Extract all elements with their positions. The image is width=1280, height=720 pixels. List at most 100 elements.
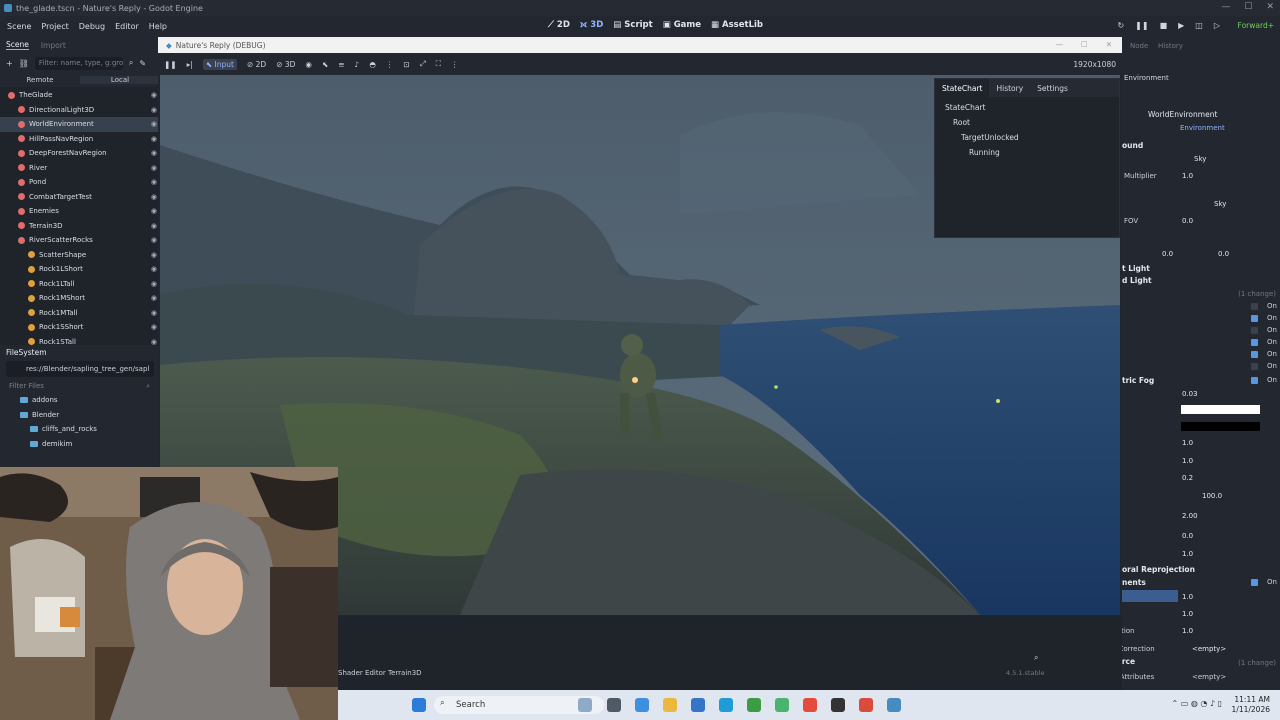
widgets-icon[interactable] <box>578 698 592 712</box>
scene-tree-node[interactable]: DeepForestNavRegion ◉ <box>0 146 160 161</box>
section-background[interactable]: ound <box>1122 141 1143 150</box>
emission-color-swatch[interactable] <box>1181 422 1260 431</box>
filesystem-item[interactable]: addons <box>0 393 160 408</box>
contrast-row[interactable]: 1.0 <box>1122 607 1280 621</box>
visibility-icon[interactable]: ◉ <box>151 178 157 186</box>
fov-row[interactable]: FOV 0.0 <box>1122 214 1280 228</box>
brightness-row[interactable]: 1.0 <box>1122 590 1280 604</box>
visibility-icon[interactable]: ◉ <box>151 265 157 273</box>
menu-icon[interactable]: ⋮ <box>451 60 459 69</box>
toggle-row[interactable]: On <box>1122 575 1280 589</box>
albedo-color-swatch[interactable] <box>1181 405 1260 414</box>
tab-node[interactable]: Node <box>1130 42 1148 50</box>
tab-scene[interactable]: Scene <box>6 40 29 50</box>
expand-icon[interactable]: ⤢ <box>420 59 426 69</box>
select-icon[interactable]: ⬉ <box>322 60 328 69</box>
workspace-game[interactable]: ▣ Game <box>663 20 701 30</box>
copilot-icon[interactable] <box>635 698 649 712</box>
multiplier-row[interactable]: Multiplier 1.0 <box>1122 169 1280 183</box>
visibility-icon[interactable]: ◉ <box>151 338 157 346</box>
camera-icon[interactable]: ◉ <box>305 60 312 69</box>
task-view-icon[interactable] <box>607 698 621 712</box>
sky-row[interactable]: Sky <box>1122 152 1280 166</box>
visibility-icon[interactable]: ◉ <box>151 294 157 302</box>
system-tray-icons[interactable]: ⌃ ▭ ◍ ◔ ♪ ▯ <box>1172 699 1222 708</box>
search-icon[interactable]: ⌕ <box>1034 653 1038 663</box>
mode-3d-button[interactable]: ⊘ 3D <box>276 60 295 69</box>
length-row[interactable]: 100.0 <box>1122 489 1280 503</box>
filesystem-filter[interactable]: Filter Files ⌕ <box>6 379 154 393</box>
fullscreen-icon[interactable]: ⛶ <box>436 59 441 69</box>
scene-tree-node[interactable]: DirectionalLight3D ◉ <box>0 103 160 118</box>
remote-debug-icon[interactable]: ↻ <box>1117 21 1124 30</box>
input-button[interactable]: ⬉ Input <box>202 58 237 70</box>
filesystem-item[interactable]: Blender <box>0 408 160 423</box>
pause-icon[interactable]: ❚❚ <box>164 60 177 69</box>
chrome-profile-icon[interactable] <box>859 698 873 712</box>
filesystem-item[interactable]: cliffs_and_rocks <box>0 422 160 437</box>
scene-filter-input[interactable]: Filter: name, type, g:gro <box>34 56 123 70</box>
state-node[interactable]: Running <box>935 145 1119 160</box>
step-icon[interactable]: ▸| <box>187 60 193 69</box>
stop-icon[interactable]: ■ <box>1160 21 1168 30</box>
scene-tree-node[interactable]: CombatTargetTest ◉ <box>0 190 160 205</box>
obs-icon[interactable] <box>831 698 845 712</box>
scene-tree-node[interactable]: Pond ◉ <box>0 175 160 190</box>
tab-history[interactable]: History <box>989 79 1030 97</box>
store-icon[interactable] <box>691 698 705 712</box>
gi-inject-row[interactable]: 0.0 <box>1122 529 1280 543</box>
remote-tab[interactable]: Remote <box>0 76 80 84</box>
link-icon[interactable]: ⛓ <box>19 59 29 68</box>
section-reflected-light[interactable]: d Light <box>1122 276 1152 285</box>
scene-tree-node[interactable]: RiverScatterRocks ◉ <box>0 233 160 248</box>
visibility-icon[interactable]: ◉ <box>151 135 157 143</box>
workspace-assetlib[interactable]: ▦ AssetLib <box>711 20 763 30</box>
menu-editor[interactable]: Editor <box>115 22 139 31</box>
maximize-icon[interactable]: ☐ <box>1081 40 1088 49</box>
fog-value-row[interactable]: 1.0 <box>1122 454 1280 468</box>
movie-icon[interactable]: ◫ <box>1195 21 1203 30</box>
visibility-icon[interactable]: ◉ <box>151 193 157 201</box>
tab-terrain3d[interactable]: Terrain3D <box>388 669 422 677</box>
anisotropy-row[interactable]: 0.2 <box>1122 471 1280 485</box>
start-icon[interactable] <box>412 698 426 712</box>
scene-tree-node[interactable]: Rock1SShort ◉ <box>0 320 160 335</box>
taskbar-clock[interactable]: 11:11 AM 1/11/2026 <box>1232 695 1270 715</box>
visibility-icon[interactable]: ◉ <box>151 149 157 157</box>
more-icon[interactable]: ⋮ <box>386 60 394 69</box>
fit-icon[interactable]: ⊡ <box>403 60 409 69</box>
visibility-icon[interactable]: ◉ <box>151 207 157 215</box>
saturation-row[interactable]: Saturation1.0 <box>1098 624 1280 638</box>
workspace-2d[interactable]: ⟋ 2D <box>548 20 570 30</box>
close-icon[interactable]: ✕ <box>1106 40 1112 49</box>
state-node[interactable]: StateChart <box>935 100 1119 115</box>
sky-row-2[interactable]: Sky <box>1122 197 1280 211</box>
renderer-selector[interactable]: Forward+ <box>1238 21 1274 30</box>
eye-icon[interactable]: ◓ <box>369 60 376 69</box>
scene-tree-node[interactable]: TheGlade ◉ <box>0 88 160 103</box>
workspace-3d[interactable]: ⟗ 3D <box>580 20 603 30</box>
run-project-icon[interactable]: ▶ <box>1178 21 1184 30</box>
visibility-icon[interactable]: ◉ <box>151 323 157 331</box>
scene-tree-node[interactable]: ScatterShape ◉ <box>0 248 160 263</box>
pause-icon[interactable]: ❚❚ <box>1135 21 1148 30</box>
minimize-icon[interactable]: — <box>1055 40 1063 49</box>
tab-shader-editor[interactable]: Shader Editor <box>338 669 386 677</box>
menu-debug[interactable]: Debug <box>79 22 105 31</box>
visibility-icon[interactable]: ◉ <box>151 309 157 317</box>
visibility-icon[interactable]: ◉ <box>151 280 157 288</box>
scene-tree-node[interactable]: Terrain3D ◉ <box>0 219 160 234</box>
section-ambient-light[interactable]: t Light <box>1122 264 1150 273</box>
tab-import[interactable]: Import <box>41 41 66 50</box>
close-icon[interactable]: ✕ <box>1266 2 1274 12</box>
scene-tree-node[interactable]: WorldEnvironment ◉ <box>0 117 160 132</box>
scene-tree-node[interactable]: Rock1STall ◉ <box>0 335 160 350</box>
file-explorer-icon[interactable] <box>663 698 677 712</box>
filesystem-path[interactable]: res://Blender/sapling_tree_gen/sapl <box>6 361 154 377</box>
menu-project[interactable]: Project <box>41 22 68 31</box>
toggle-row[interactable]: On <box>1122 373 1280 387</box>
visibility-icon[interactable]: ◉ <box>151 91 157 99</box>
visibility-icon[interactable]: ◉ <box>151 106 157 114</box>
scene-tree-node[interactable]: River ◉ <box>0 161 160 176</box>
state-node[interactable]: TargetUnlocked <box>935 130 1119 145</box>
